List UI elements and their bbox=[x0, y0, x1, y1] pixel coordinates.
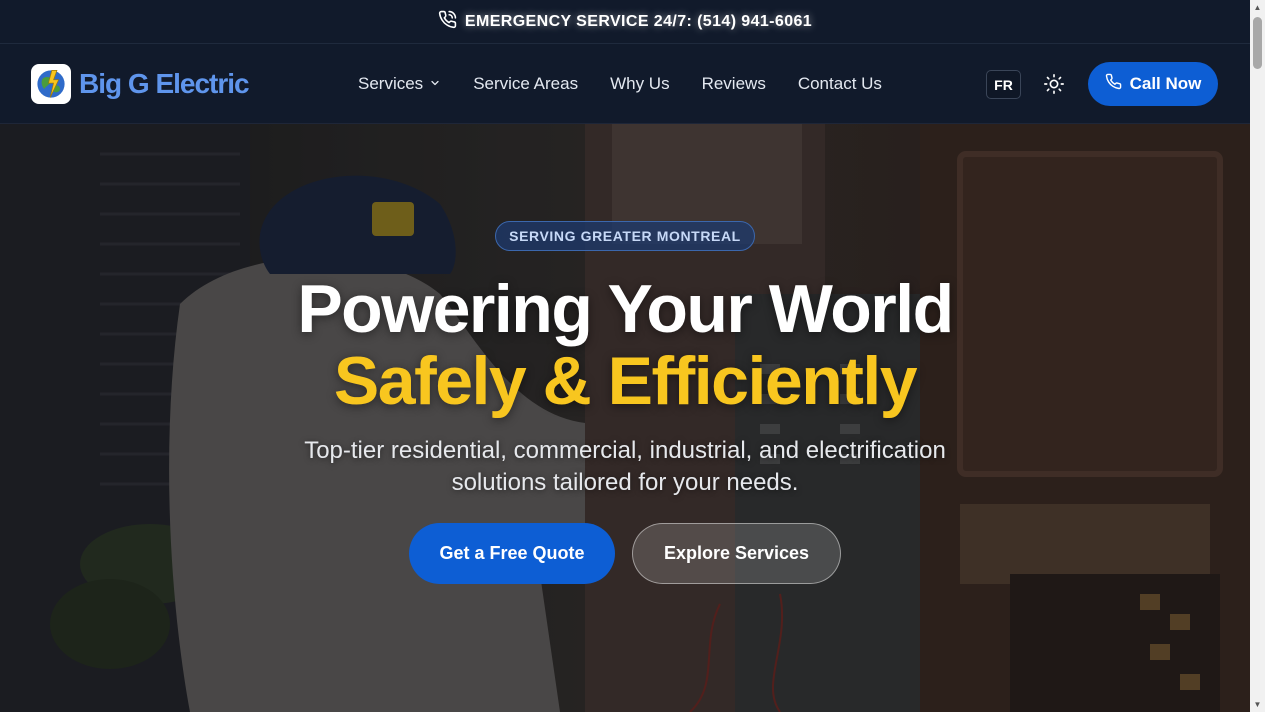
nav-item-label: Reviews bbox=[701, 74, 766, 93]
hero-content: SERVING GREATER MONTREAL Powering Your W… bbox=[0, 124, 1250, 712]
nav-item-label: Service Areas bbox=[473, 74, 579, 93]
call-now-label: Call Now bbox=[1129, 74, 1202, 93]
explore-services-button[interactable]: Explore Services bbox=[632, 523, 841, 584]
hero-subtitle: Top-tier residential, commercial, indust… bbox=[304, 437, 946, 496]
hero-headline-highlight: Safely & Efficiently bbox=[333, 343, 918, 419]
hero-section: SERVING GREATER MONTREAL Powering Your W… bbox=[0, 124, 1250, 712]
scroll-up-arrow-icon[interactable]: ▲ bbox=[1253, 3, 1262, 12]
brand-name: Big G Electric bbox=[79, 68, 250, 99]
scrollbar-thumb[interactable] bbox=[1253, 17, 1262, 69]
chevron-down-icon bbox=[429, 74, 441, 94]
main-nav: Big G Electric Services Service Areas Wh… bbox=[0, 44, 1250, 124]
emergency-bar[interactable]: EMERGENCY SERVICE 24/7: (514) 941-6061 bbox=[0, 0, 1250, 44]
nav-item-service-areas[interactable]: Service Areas bbox=[473, 74, 578, 94]
emergency-text[interactable]: EMERGENCY SERVICE 24/7: (514) 941-6061 bbox=[465, 13, 812, 31]
get-free-quote-button[interactable]: Get a Free Quote bbox=[409, 523, 615, 584]
nav-item-label: Contact Us bbox=[797, 74, 882, 93]
hero-headline: Powering Your World bbox=[297, 271, 954, 347]
language-toggle-button[interactable]: FR bbox=[986, 70, 1021, 99]
page-scrollbar[interactable]: ▲ ▼ bbox=[1250, 0, 1265, 712]
location-badge: SERVING GREATER MONTREAL bbox=[495, 221, 755, 251]
nav-item-label: Why Us bbox=[610, 74, 670, 93]
nav-item-services[interactable]: Services bbox=[358, 74, 441, 94]
call-now-button[interactable]: Call Now bbox=[1088, 62, 1218, 106]
sun-icon[interactable] bbox=[1043, 73, 1065, 95]
nav-menu: Services Service Areas Why Us Reviews Co… bbox=[358, 44, 882, 124]
globe-logo-icon bbox=[31, 64, 71, 104]
hero-cta-row: Get a Free Quote Explore Services bbox=[409, 523, 841, 584]
phone-ringing-icon bbox=[438, 10, 457, 34]
nav-item-why-us[interactable]: Why Us bbox=[610, 74, 670, 94]
nav-item-contact-us[interactable]: Contact Us bbox=[798, 74, 882, 94]
nav-item-reviews[interactable]: Reviews bbox=[702, 74, 766, 94]
page: EMERGENCY SERVICE 24/7: (514) 941-6061 B… bbox=[0, 0, 1265, 712]
nav-item-label: Services bbox=[358, 74, 424, 93]
phone-icon bbox=[1105, 73, 1122, 95]
brand-logo[interactable]: Big G Electric bbox=[31, 64, 250, 104]
scroll-down-arrow-icon[interactable]: ▼ bbox=[1253, 700, 1262, 709]
